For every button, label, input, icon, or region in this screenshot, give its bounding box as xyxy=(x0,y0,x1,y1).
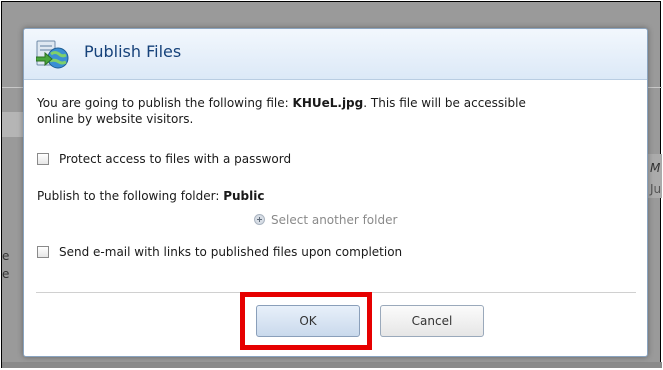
dialog-titlebar: Publish Files xyxy=(24,29,647,80)
intro-text: You are going to publish the following f… xyxy=(37,95,526,127)
folder-name: Public xyxy=(223,189,265,203)
protect-password-label[interactable]: Protect access to files with a password xyxy=(59,151,291,167)
background-text-fragment: Ju xyxy=(650,182,662,196)
background-panel-bottom xyxy=(2,362,662,368)
dialog-title: Publish Files xyxy=(84,42,182,61)
add-circle-icon xyxy=(254,214,265,225)
folder-text: Publish to the following folder: Public xyxy=(37,188,265,204)
publish-globe-icon xyxy=(36,40,69,69)
ok-highlight-box xyxy=(240,292,372,350)
background-text-fragment: e xyxy=(2,249,10,263)
send-email-checkbox[interactable] xyxy=(37,246,49,258)
cancel-button[interactable]: Cancel xyxy=(380,305,484,337)
select-folder-label: Select another folder xyxy=(271,213,398,227)
select-another-folder-link[interactable]: Select another folder xyxy=(254,213,397,227)
protect-password-checkbox[interactable] xyxy=(37,153,49,165)
background-text-fragment: M xyxy=(650,161,661,175)
file-name: KHUeL.jpg xyxy=(292,96,364,110)
background-text-fragment: e xyxy=(2,267,10,281)
send-email-label[interactable]: Send e-mail with links to published file… xyxy=(59,244,402,260)
intro-line2: online by website visitors. xyxy=(37,112,194,126)
intro-prefix: You are going to publish the following f… xyxy=(37,96,289,110)
intro-suffix: . This file will be accessible xyxy=(363,96,526,110)
folder-prefix: Publish to the following folder: xyxy=(37,189,220,203)
